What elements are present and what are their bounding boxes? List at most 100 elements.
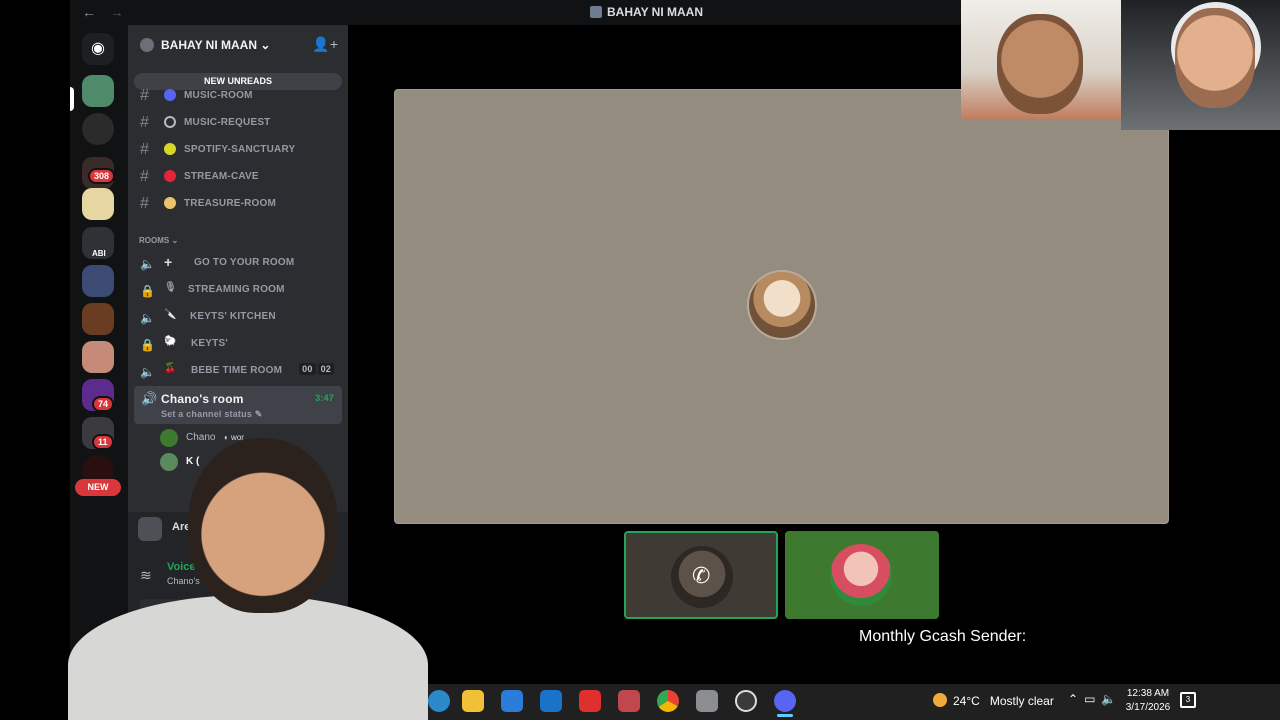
channel-name: KEYTS' bbox=[191, 338, 228, 349]
avatar bbox=[830, 544, 892, 606]
wps-icon[interactable] bbox=[579, 690, 601, 712]
weather-widget[interactable]: 24°C Mostly clear bbox=[933, 693, 1054, 708]
server-icon[interactable] bbox=[82, 113, 114, 145]
store-icon[interactable] bbox=[501, 690, 523, 712]
speaker-icon: 🔈 bbox=[140, 311, 156, 325]
text-channel[interactable]: # MUSIC-ROOM bbox=[134, 84, 342, 108]
obs-icon[interactable] bbox=[735, 690, 757, 712]
server-label: ABI bbox=[92, 249, 106, 258]
chrome-icon[interactable] bbox=[657, 690, 679, 712]
outlook-icon[interactable] bbox=[540, 690, 562, 712]
activity-avatar bbox=[138, 517, 162, 541]
chevron-up-icon[interactable]: ⌃ bbox=[1068, 692, 1078, 706]
speaker-avatar bbox=[747, 270, 817, 340]
text-channel[interactable]: # SPOTIFY-SANCTUARY bbox=[134, 138, 342, 162]
invite-people-icon[interactable]: 👤+ bbox=[312, 36, 338, 53]
channel-emoji: 🔪 bbox=[164, 309, 177, 320]
voice-channel[interactable]: 🔈 🔪 KEYTS' KITCHEN bbox=[134, 305, 342, 329]
voice-count-limit: 02 bbox=[317, 363, 334, 375]
server-icon[interactable] bbox=[82, 341, 114, 373]
server-badge-icon bbox=[140, 38, 154, 52]
volume-icon[interactable]: 🔈 bbox=[1101, 692, 1116, 706]
channel-emoji: 🐑 bbox=[164, 336, 177, 347]
server-icon[interactable] bbox=[82, 303, 114, 335]
active-voice-channel[interactable]: 🔊 Chano's room Set a channel status ✎ 3:… bbox=[134, 386, 342, 424]
clock-date: 3/17/2026 bbox=[1125, 702, 1171, 713]
hash-icon: # bbox=[140, 141, 150, 158]
chevron-down-icon: ⌄ bbox=[260, 38, 271, 52]
voice-count: 00 02 bbox=[297, 363, 334, 375]
clock-time: 12:38 AM bbox=[1126, 688, 1170, 699]
streamer-webcam bbox=[68, 430, 428, 720]
new-servers-pill[interactable]: NEW bbox=[75, 479, 121, 496]
stream-stage[interactable] bbox=[394, 89, 1169, 524]
speaker-icon: 🔊 bbox=[141, 391, 158, 406]
network-icon[interactable]: ▭ bbox=[1084, 692, 1095, 706]
channel-timer: 3:47 bbox=[315, 393, 334, 403]
hash-icon: # bbox=[140, 168, 150, 185]
voice-channel[interactable]: 🔒 🎙 STREAMING ROOM bbox=[134, 278, 342, 302]
server-icon bbox=[590, 6, 602, 18]
face-image bbox=[1175, 8, 1255, 108]
participant-tile[interactable] bbox=[785, 531, 939, 619]
channel-name: Chano's room bbox=[161, 392, 244, 406]
headphones-icon bbox=[164, 116, 176, 128]
avatar bbox=[160, 429, 178, 447]
server-icon[interactable] bbox=[82, 265, 114, 297]
unread-badge: 11 bbox=[92, 434, 114, 450]
notification-icon[interactable]: 3 bbox=[1180, 692, 1196, 708]
channel-name: SPOTIFY-SANCTUARY bbox=[184, 144, 296, 155]
channel-name: GO TO YOUR ROOM bbox=[194, 257, 295, 268]
file-explorer-icon[interactable] bbox=[462, 690, 484, 712]
hash-icon: # bbox=[140, 114, 150, 131]
server-name: BAHAY NI MAAN ⌄ bbox=[161, 38, 270, 52]
hash-icon: # bbox=[140, 87, 150, 104]
webcam-feed bbox=[961, 0, 1121, 120]
text-channel[interactable]: # TREASURE-ROOM bbox=[134, 192, 342, 216]
channel-name: KEYTS' KITCHEN bbox=[190, 311, 276, 322]
photos-icon[interactable] bbox=[618, 690, 640, 712]
streamer-head bbox=[188, 438, 338, 613]
channel-name: MUSIC-ROOM bbox=[184, 90, 253, 101]
channel-status[interactable]: Set a channel status ✎ bbox=[161, 409, 262, 420]
signal-icon: ≋ bbox=[140, 567, 152, 583]
lock-icon: 🔒 bbox=[140, 284, 156, 298]
server-indicator bbox=[70, 87, 74, 111]
window-title-text: BAHAY NI MAAN bbox=[607, 5, 704, 19]
server-icon[interactable] bbox=[82, 188, 114, 220]
streamer-body bbox=[68, 595, 428, 720]
webcam-feed bbox=[1121, 0, 1280, 130]
clock[interactable]: 12:38 AM 3/17/2026 bbox=[1125, 687, 1171, 715]
participant-tile[interactable]: ✆ bbox=[624, 531, 778, 619]
channel-emoji-icon bbox=[164, 143, 176, 155]
unread-badge: 74 bbox=[92, 396, 115, 412]
channel-emoji-icon bbox=[164, 197, 176, 209]
channel-emoji-icon bbox=[164, 89, 176, 101]
text-channel[interactable]: # MUSIC-REQUEST bbox=[134, 111, 342, 135]
lock-icon: 🔒 bbox=[140, 338, 156, 352]
category-rooms[interactable]: ROOMS ⌄ bbox=[139, 236, 178, 245]
discord-logo-icon[interactable]: ◉ bbox=[82, 33, 114, 65]
face-image bbox=[997, 14, 1083, 114]
back-button[interactable]: ← bbox=[82, 4, 96, 20]
channel-name: STREAMING ROOM bbox=[188, 284, 285, 295]
server-icon[interactable] bbox=[82, 75, 114, 107]
text-channel[interactable]: # STREAM-CAVE bbox=[134, 165, 342, 189]
voice-channel[interactable]: 🔈 🍒 BEBE TIME ROOM 00 02 bbox=[134, 359, 342, 383]
weather-temp: 24°C bbox=[953, 694, 980, 708]
server-header[interactable]: BAHAY NI MAAN ⌄ 👤+ bbox=[128, 25, 348, 65]
unread-badge: 308 bbox=[88, 168, 116, 184]
window-title: BAHAY NI MAAN bbox=[590, 5, 703, 19]
channel-emoji-icon bbox=[164, 170, 176, 182]
voice-channel[interactable]: 🔒 🐑 KEYTS' bbox=[134, 332, 342, 356]
server-name-text: BAHAY NI MAAN bbox=[161, 38, 258, 52]
discord-icon[interactable] bbox=[774, 690, 796, 717]
voice-channel[interactable]: 🔈 + GO TO YOUR ROOM bbox=[134, 251, 342, 275]
system-tray: ⌃ ▭ 🔈 bbox=[1068, 692, 1122, 706]
channel-name: STREAM-CAVE bbox=[184, 171, 259, 182]
avatar bbox=[160, 453, 178, 471]
app-icon[interactable] bbox=[696, 690, 718, 712]
edge-icon[interactable] bbox=[428, 690, 450, 712]
forward-button[interactable]: → bbox=[110, 4, 124, 20]
gcash-overlay-text: Monthly Gcash Sender: bbox=[859, 628, 1027, 645]
